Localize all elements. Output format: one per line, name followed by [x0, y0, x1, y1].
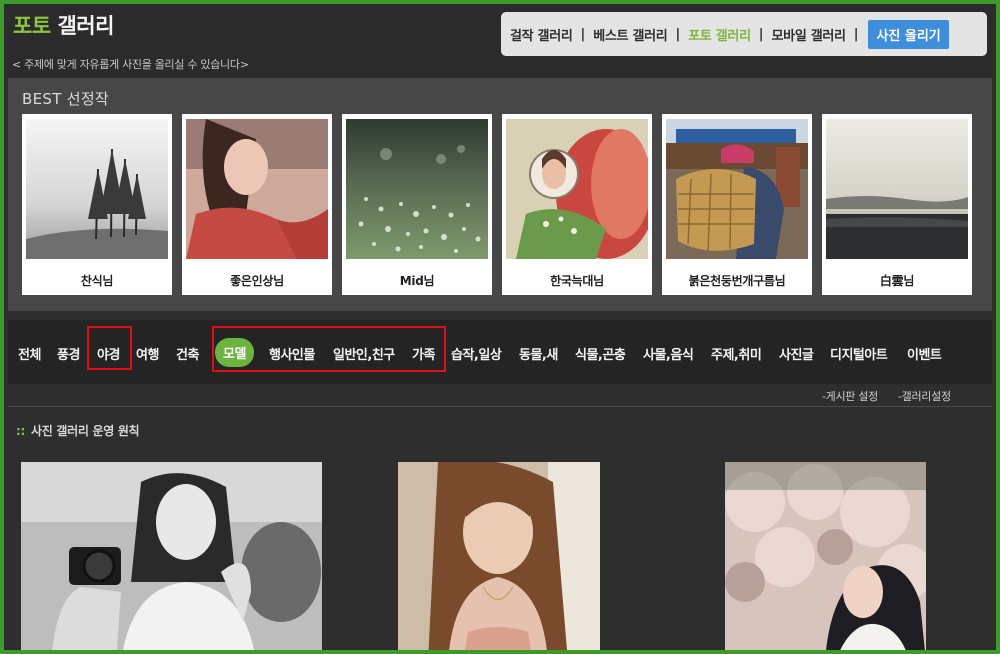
category-plants-insects[interactable]: 식물,곤충: [575, 344, 626, 363]
best-card[interactable]: 찬식님: [22, 114, 172, 295]
nav-mobile-gallery[interactable]: 모바일 갤러리: [772, 25, 846, 44]
category-landscape[interactable]: 풍경: [57, 344, 80, 363]
best-caption: 좋은인상님: [230, 274, 284, 288]
nav-best-gallery[interactable]: 베스트 갤러리: [593, 25, 667, 44]
category-bar: 전체 풍경 야경 여행 건축 모델 행사인물 일반인,친구 가족 습작,일상 동…: [8, 320, 992, 384]
gallery-thumb-model-necklace[interactable]: [398, 462, 600, 654]
title-main: 갤러리: [57, 14, 114, 38]
category-architecture[interactable]: 건축: [176, 344, 199, 363]
best-photo-mirror-portrait[interactable]: [506, 119, 648, 259]
best-card[interactable]: Mid님: [342, 114, 492, 295]
nav-separator: |: [853, 26, 859, 42]
category-objects-food[interactable]: 사물,음식: [643, 344, 694, 363]
category-all[interactable]: 전체: [18, 344, 41, 363]
best-card[interactable]: 좋은인상님: [182, 114, 332, 295]
best-section: BEST 선정작 찬식님 좋은인상님 Mid님 한국늑대님 붉은천둥번개구름님 …: [8, 78, 992, 311]
header: 포토 갤러리 < 주제에 맞게 자유롭게 사진을 올리실 수 있습니다> 걸작 …: [4, 4, 996, 79]
best-photo-dewy-grass[interactable]: [346, 119, 488, 259]
category-theme-hobby[interactable]: 주제,취미: [711, 344, 762, 363]
page-frame: 포토 갤러리 < 주제에 맞게 자유롭게 사진을 올리실 수 있습니다> 걸작 …: [0, 0, 1000, 654]
best-caption: 붉은천둥번개구름님: [688, 274, 786, 288]
category-travel[interactable]: 여행: [136, 344, 159, 363]
nav-photo-gallery[interactable]: 포토 갤러리: [688, 25, 751, 44]
best-caption: 白雲님: [879, 274, 915, 288]
highlight-box-people-categories: [212, 326, 446, 372]
nav-separator: |: [580, 26, 586, 42]
category-animals-birds[interactable]: 동물,새: [519, 344, 558, 363]
best-section-title: BEST 선정작: [22, 90, 110, 108]
gallery-settings-link[interactable]: -갤러리설정: [898, 388, 951, 404]
category-digital-art[interactable]: 디지털아트: [830, 344, 888, 363]
rules-label: 사진 갤러리 운영 원칙: [31, 424, 140, 438]
best-caption: 찬식님: [80, 274, 114, 288]
section-divider: [8, 406, 992, 407]
best-card[interactable]: 한국늑대님: [502, 114, 652, 295]
best-photo-misty-landscape[interactable]: [826, 119, 968, 259]
best-caption: 한국늑대님: [550, 274, 604, 288]
best-card[interactable]: 白雲님: [822, 114, 972, 295]
page-title: 포토 갤러리: [13, 10, 114, 40]
best-caption: Mid님: [399, 274, 435, 288]
rules-bullet: ::: [16, 424, 25, 438]
category-photo-writing[interactable]: 사진글: [779, 344, 814, 363]
nav-separator: |: [758, 26, 764, 42]
best-card[interactable]: 붉은천둥번개구름님: [662, 114, 812, 295]
gallery-nav: 걸작 갤러리 | 베스트 갤러리 | 포토 갤러리 | 모바일 갤러리 | 사진…: [501, 12, 987, 56]
best-photo-foggy-trees[interactable]: [26, 119, 168, 259]
gallery-rules-link[interactable]: :: 사진 갤러리 운영 원칙: [16, 422, 140, 439]
board-settings-link[interactable]: -게시판 설정: [822, 388, 878, 404]
nav-separator: |: [675, 26, 681, 42]
best-photo-basket-carrier[interactable]: [666, 119, 808, 259]
upload-photo-button[interactable]: 사진 올리기: [868, 19, 949, 49]
gallery-thumb-model-cherry-blossom[interactable]: [725, 462, 926, 654]
page-subtitle: < 주제에 맞게 자유롭게 사진을 올리실 수 있습니다>: [12, 58, 249, 71]
title-accent: 포토: [13, 14, 51, 38]
highlight-box-night-view: [87, 326, 132, 370]
nav-masterpiece-gallery[interactable]: 걸작 갤러리: [510, 25, 573, 44]
category-practice-daily[interactable]: 습작,일상: [451, 344, 502, 363]
gallery-thumb-model-camera[interactable]: [21, 462, 322, 654]
best-photo-woman-red[interactable]: [186, 119, 328, 259]
category-event[interactable]: 이벤트: [907, 344, 942, 363]
